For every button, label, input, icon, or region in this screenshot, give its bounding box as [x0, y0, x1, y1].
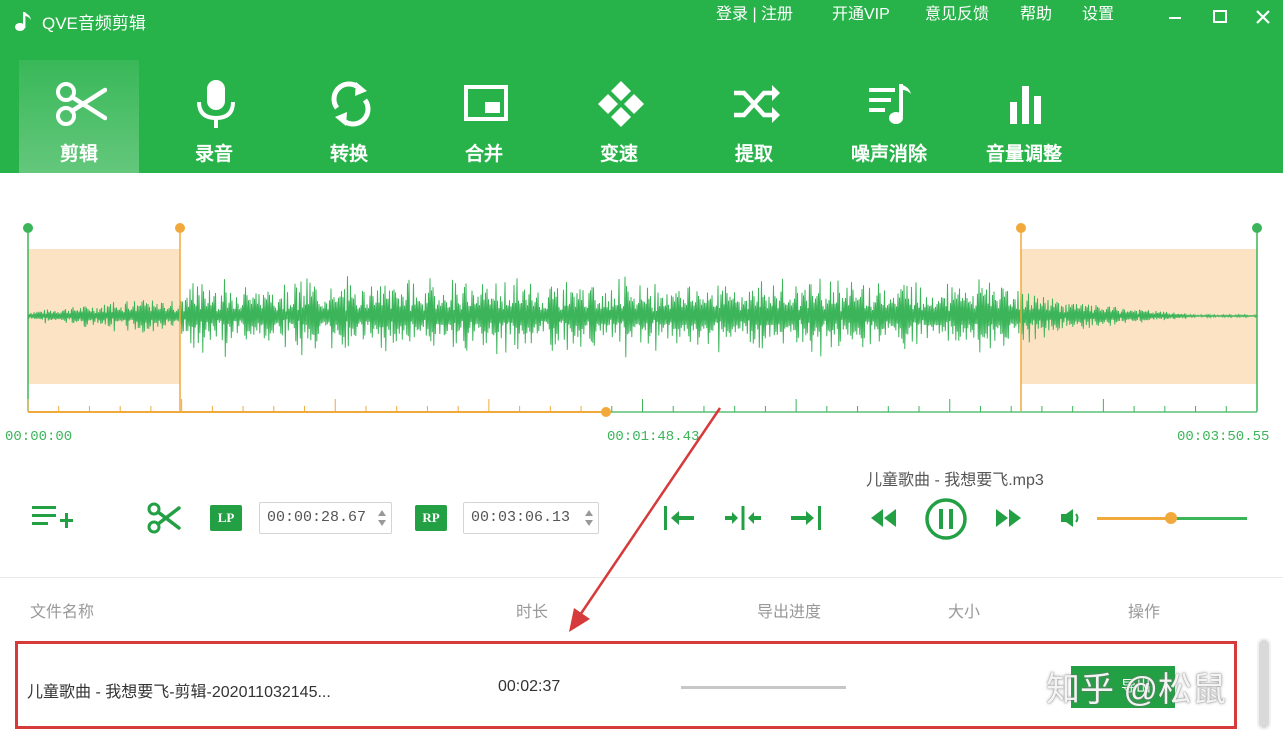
ruler-ticks [27, 399, 1258, 412]
convert-icon [331, 81, 371, 127]
login-register-link[interactable]: 登录 | 注册 [716, 0, 793, 24]
settings-link[interactable]: 设置 [1082, 0, 1114, 24]
merge-icon [464, 85, 508, 121]
tab-volume-adjust[interactable]: 音量调整 [964, 60, 1084, 173]
tab-merge[interactable]: 合并 [424, 60, 544, 173]
tab-cut[interactable]: 剪辑 [19, 60, 139, 173]
lp-badge: LP [210, 505, 242, 531]
column-header-duration: 时长 [516, 604, 549, 621]
waveform-panel: 00:00:00 00:01:48.43 00:03:50.55 [0, 173, 1283, 463]
set-center-icon[interactable] [724, 503, 762, 533]
tab-record[interactable]: 录音 [154, 60, 274, 173]
column-header-actions: 操作 [1128, 604, 1161, 621]
noise-removal-icon [869, 84, 911, 124]
help-link[interactable]: 帮助 [1020, 0, 1052, 24]
speed-icon [598, 81, 644, 127]
end-handle[interactable] [1252, 223, 1262, 233]
music-note-icon [15, 12, 31, 31]
column-header-export-progress: 导出进度 [757, 604, 822, 621]
header: QVE音频剪辑 登录 | 注册 开通VIP 意见反馈 帮助 设置 剪辑 录音 转… [0, 0, 1283, 173]
tab-merge-label: 合并 [464, 144, 503, 165]
app-title: QVE音频剪辑 [42, 13, 146, 33]
tab-noise-removal-label: 噪声消除 [850, 144, 927, 165]
lp-time-value: 00:00:28.67 [267, 509, 367, 526]
column-header-size: 大小 [948, 604, 981, 621]
jump-to-start-icon[interactable] [662, 503, 696, 533]
column-header-filename: 文件名称 [30, 604, 95, 621]
pause-icon[interactable] [924, 497, 968, 541]
tab-noise-removal[interactable]: 噪声消除 [829, 60, 949, 173]
rp-marker-handle[interactable] [1016, 223, 1026, 233]
tab-convert[interactable]: 转换 [289, 60, 409, 173]
rp-time-value: 00:03:06.13 [471, 509, 571, 526]
rp-time-input[interactable]: 00:03:06.13 [463, 502, 599, 534]
fast-forward-icon[interactable] [993, 506, 1023, 530]
app-window: QVE音频剪辑 登录 | 注册 开通VIP 意见反馈 帮助 设置 剪辑 录音 转… [0, 0, 1283, 738]
divider [0, 577, 1283, 578]
waveform-canvas[interactable] [0, 173, 1283, 463]
scrollbar-thumb[interactable] [1259, 640, 1269, 728]
rp-spinner-icon[interactable] [585, 509, 593, 527]
minimize-icon[interactable] [1164, 6, 1186, 28]
scissors-icon [56, 82, 107, 126]
app-title-bar: QVE音频剪辑 [14, 9, 146, 33]
tab-record-label: 录音 [194, 144, 233, 165]
maximize-icon[interactable] [1209, 6, 1231, 28]
extract-icon [734, 85, 780, 123]
lp-marker-handle[interactable] [175, 223, 185, 233]
tab-speed-label: 变速 [599, 144, 638, 165]
lp-spinner-icon[interactable] [378, 509, 386, 527]
tab-extract-label: 提取 [734, 144, 773, 165]
timeline-start-time: 00:00:00 [5, 429, 73, 445]
volume-slider-knob[interactable] [1165, 512, 1177, 524]
current-file-name: 儿童歌曲 - 我想要飞.mp3 [866, 472, 1044, 489]
microphone-icon [197, 80, 235, 128]
start-handle[interactable] [23, 223, 33, 233]
volume-slider-fill [1097, 517, 1171, 520]
jump-to-end-icon[interactable] [789, 503, 823, 533]
close-icon[interactable] [1252, 6, 1274, 28]
vip-link[interactable]: 开通VIP [832, 0, 890, 24]
tab-volume-adjust-label: 音量调整 [985, 144, 1062, 165]
tab-convert-label: 转换 [329, 144, 368, 165]
volume-slider-rest [1171, 517, 1247, 520]
rewind-icon[interactable] [869, 506, 899, 530]
watermark: 知乎 @松鼠 [1046, 671, 1226, 709]
add-file-icon[interactable] [30, 503, 76, 533]
tab-speed[interactable]: 变速 [559, 60, 679, 173]
timeline-current-time: 00:01:48.43 [607, 429, 700, 445]
rp-badge: RP [415, 505, 447, 531]
scissors-cut-icon[interactable] [146, 500, 182, 536]
volume-icon[interactable] [1059, 506, 1085, 530]
tab-extract[interactable]: 提取 [694, 60, 814, 173]
tab-cut-label: 剪辑 [59, 144, 98, 165]
lp-time-input[interactable]: 00:00:28.67 [259, 502, 392, 534]
feedback-link[interactable]: 意见反馈 [925, 0, 989, 24]
volume-adjust-icon [1010, 86, 1041, 124]
playhead-knob[interactable] [601, 407, 611, 417]
timeline-end-time: 00:03:50.55 [1177, 429, 1270, 445]
